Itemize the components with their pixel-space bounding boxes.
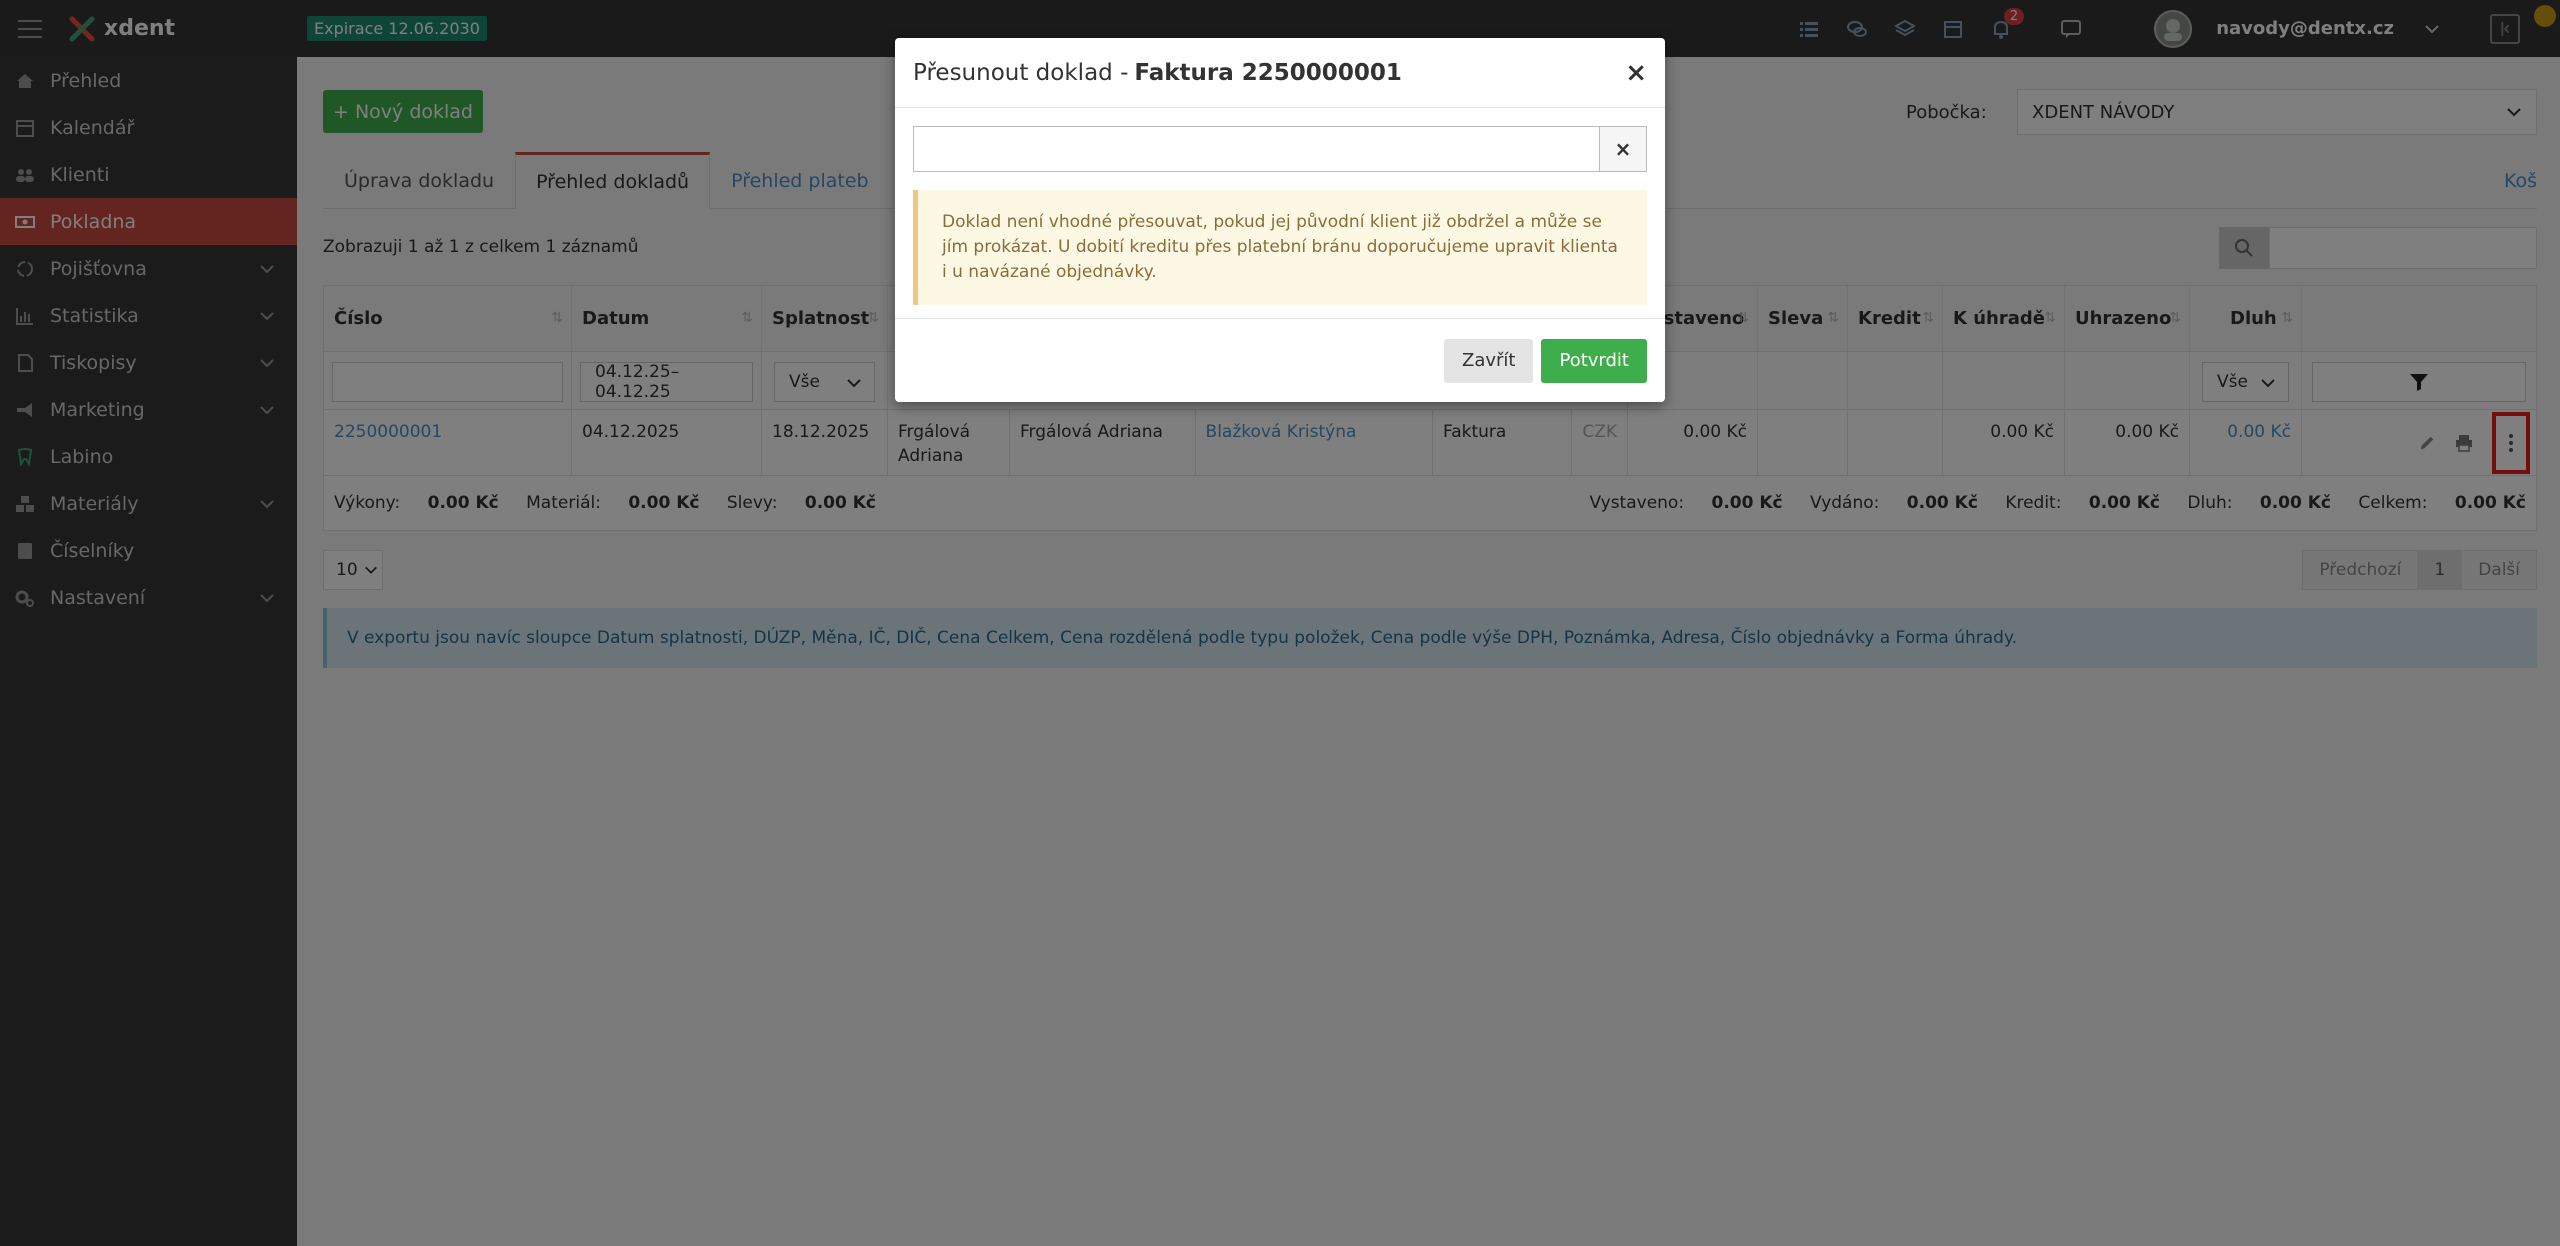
move-document-modal: Přesunout doklad - Faktura 2250000001 × ×… xyxy=(895,38,1665,402)
close-button[interactable]: Zavřít xyxy=(1444,338,1534,383)
move-warning: Doklad není vhodné přesouvat, pokud jej … xyxy=(913,190,1647,305)
modal-title: Přesunout doklad - Faktura 2250000001 × xyxy=(895,38,1665,108)
confirm-button[interactable]: Potvrdit xyxy=(1541,338,1647,383)
client-search-input[interactable] xyxy=(913,126,1599,172)
clear-input-icon[interactable]: × xyxy=(1599,126,1647,172)
close-icon[interactable]: × xyxy=(1625,58,1647,88)
